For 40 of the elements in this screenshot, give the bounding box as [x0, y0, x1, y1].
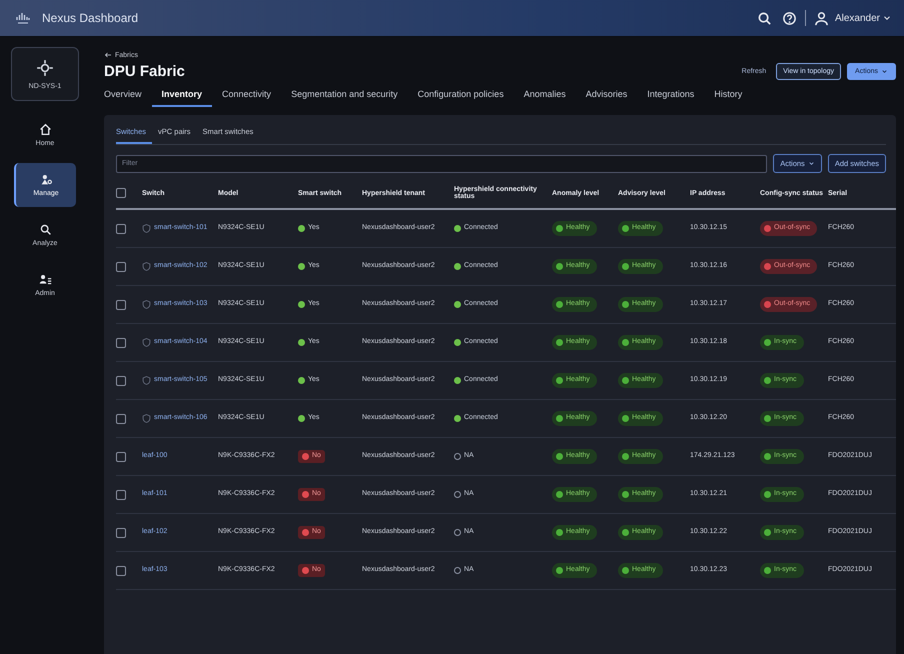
- shield-icon: [142, 262, 151, 271]
- help-icon[interactable]: [782, 10, 797, 26]
- shield-icon: [142, 224, 151, 233]
- shield-icon: [142, 414, 151, 423]
- network-icon: [36, 58, 54, 76]
- shield-icon: [142, 376, 151, 385]
- checkbox[interactable]: [116, 300, 126, 310]
- checkbox[interactable]: [116, 566, 126, 576]
- page-title: DPU Fabric: [104, 63, 186, 80]
- search-icon[interactable]: [756, 10, 772, 26]
- shield-icon: [142, 338, 151, 347]
- checkbox[interactable]: [116, 452, 126, 462]
- app-title: Nexus Dashboard: [42, 11, 138, 25]
- shield-icon: [142, 300, 151, 309]
- caret-icon: [881, 68, 888, 75]
- checkbox[interactable]: [116, 490, 126, 500]
- tab[interactable]: Segmentation and security: [281, 85, 408, 107]
- home-icon: [38, 123, 52, 136]
- tab[interactable]: History: [704, 85, 752, 107]
- tab[interactable]: Connectivity: [212, 85, 282, 107]
- checkbox[interactable]: [116, 376, 126, 386]
- checkbox[interactable]: [116, 262, 126, 272]
- user-list-icon: [38, 273, 52, 286]
- user-icon[interactable]: [814, 10, 829, 26]
- checkbox[interactable]: [116, 528, 126, 538]
- tab[interactable]: Overview: [104, 85, 152, 107]
- people-icon: [40, 173, 52, 186]
- back-arrow-icon: [104, 51, 112, 59]
- tab[interactable]: Advisories: [576, 85, 638, 107]
- checkbox[interactable]: [116, 338, 126, 348]
- tab[interactable]: Anomalies: [514, 85, 576, 107]
- checkbox[interactable]: [116, 414, 126, 424]
- tab[interactable]: Inventory: [152, 85, 212, 107]
- tab[interactable]: Configuration policies: [408, 85, 514, 107]
- user-menu[interactable]: Alexander: [834, 12, 880, 24]
- checkbox[interactable]: [116, 224, 126, 234]
- tab[interactable]: Integrations: [637, 85, 704, 107]
- caret-icon: [808, 160, 815, 167]
- search-icon: [38, 223, 52, 236]
- checkbox[interactable]: [116, 188, 126, 198]
